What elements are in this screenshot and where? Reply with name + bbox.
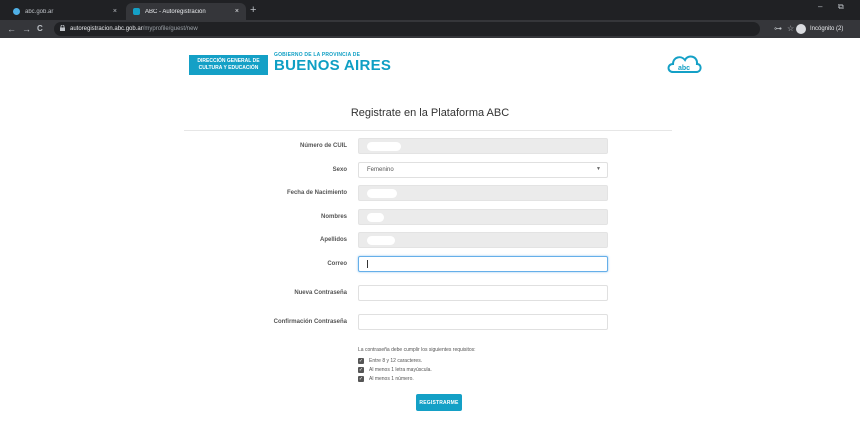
requirement-item: ✓ Al menos 1 número. xyxy=(358,375,476,382)
redacted-value xyxy=(367,212,384,222)
tab-label: ABC - Autoregistración xyxy=(145,8,206,15)
tab-autoregistracion[interactable]: ABC - Autoregistración × xyxy=(126,3,246,20)
registrarme-button[interactable]: REGISTRARME xyxy=(416,394,462,411)
correo-label: Correo xyxy=(327,261,347,267)
confirmacion-input[interactable] xyxy=(358,314,608,330)
lock-icon xyxy=(60,24,65,33)
incognito-icon xyxy=(796,24,806,34)
chevron-down-icon: ▼ xyxy=(596,166,601,172)
bookmark-star-icon[interactable]: ☆ xyxy=(787,23,794,35)
browser-tab-bar: abc.gob.ar × ABC - Autoregistración × + … xyxy=(0,0,860,20)
nombres-field xyxy=(358,209,608,225)
buenos-aires-logo: GOBIERNO DE LA PROVINCIA DE BUENOS AIRES xyxy=(274,52,391,73)
requirement-text: Al menos 1 letra mayúscula. xyxy=(369,366,432,373)
incognito-profile-button[interactable]: Incógnito (2) xyxy=(796,23,843,35)
nueva-contrasena-input[interactable] xyxy=(358,285,608,301)
correo-input[interactable] xyxy=(358,256,608,272)
divider xyxy=(184,130,672,131)
password-requirements: La contraseña debe cumplir los siguiente… xyxy=(358,347,476,384)
confirmacion-label: Confirmación Contraseña xyxy=(273,319,347,325)
text-cursor xyxy=(367,260,368,268)
fecha-field xyxy=(358,185,608,201)
apellidos-label: Apellidos xyxy=(319,237,347,243)
dge-logo-line: CULTURA Y EDUCACIÓN xyxy=(198,65,259,71)
maximize-icon[interactable]: ⧉ xyxy=(838,2,844,12)
profile-label: Incógnito (2) xyxy=(810,26,844,32)
sexo-value: Femenino xyxy=(367,167,394,173)
redacted-value xyxy=(367,141,401,151)
close-tab-icon[interactable]: × xyxy=(235,8,239,15)
address-bar[interactable]: autoregistracion.abc.gob.ar/myprofile/gu… xyxy=(54,22,760,36)
tab-favicon-icon xyxy=(133,8,140,15)
tab-abc[interactable]: abc.gob.ar × xyxy=(6,3,124,20)
dge-logo-line: DIRECCIÓN GENERAL DE xyxy=(197,58,260,64)
nombres-label: Nombres xyxy=(320,214,347,220)
tab-favicon-icon xyxy=(13,8,20,15)
key-icon[interactable]: ⊶ xyxy=(774,23,782,35)
page-title: Registrate en la Plataforma ABC xyxy=(350,107,510,119)
tab-label: abc.gob.ar xyxy=(25,8,54,15)
redacted-value xyxy=(367,188,397,198)
minimize-icon[interactable]: – xyxy=(818,2,822,11)
requirement-text: Al menos 1 número. xyxy=(369,375,414,382)
apellidos-field xyxy=(358,232,608,248)
close-tab-icon[interactable]: × xyxy=(113,8,117,15)
back-icon[interactable]: ← xyxy=(7,22,16,36)
cuil-field xyxy=(358,138,608,154)
sexo-label: Sexo xyxy=(332,167,347,173)
forward-icon[interactable]: → xyxy=(22,22,31,36)
checkbox-checked-icon: ✓ xyxy=(358,357,364,364)
requirement-item: ✓ Entre 8 y 12 caracteres. xyxy=(358,357,476,364)
url-host: autoregistracion.abc.gob.ar xyxy=(70,26,143,32)
redacted-value xyxy=(367,235,395,245)
requirements-heading: La contraseña debe cumplir los siguiente… xyxy=(358,347,476,353)
gov-logo-big: BUENOS AIRES xyxy=(274,57,392,74)
new-tab-button[interactable]: + xyxy=(250,3,256,17)
requirement-text: Entre 8 y 12 caracteres. xyxy=(369,357,423,364)
reload-icon[interactable]: C xyxy=(37,22,43,36)
dge-logo: DIRECCIÓN GENERAL DE CULTURA Y EDUCACIÓN xyxy=(189,55,268,75)
checkbox-checked-icon: ✓ xyxy=(358,375,364,382)
fecha-label: Fecha de Nacimiento xyxy=(286,190,347,196)
cuil-label: Número de CUIL xyxy=(299,143,347,149)
requirement-item: ✓ Al menos 1 letra mayúscula. xyxy=(358,366,476,373)
cloud-logo-text: abc xyxy=(678,65,690,72)
browser-toolbar: ← → C autoregistracion.abc.gob.ar/myprof… xyxy=(0,20,860,38)
page-content: DIRECCIÓN GENERAL DE CULTURA Y EDUCACIÓN… xyxy=(0,38,860,446)
url-path: /myprofile/guest/new xyxy=(142,26,198,32)
abc-cloud-logo-icon: abc xyxy=(665,50,703,81)
nueva-contrasena-label: Nueva Contraseña xyxy=(294,290,347,296)
checkbox-checked-icon: ✓ xyxy=(358,366,364,373)
sexo-select[interactable]: Femenino ▼ xyxy=(358,162,608,178)
